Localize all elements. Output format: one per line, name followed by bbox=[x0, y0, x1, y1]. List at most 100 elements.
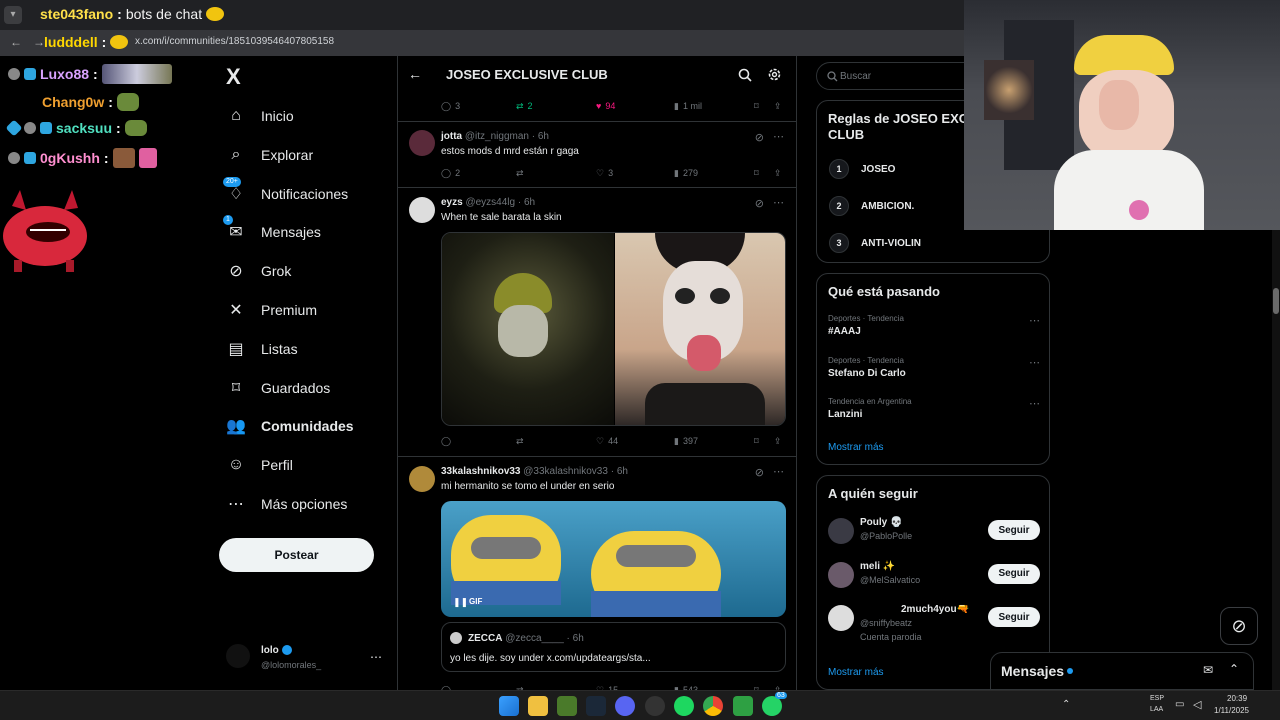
avatar[interactable] bbox=[409, 466, 435, 492]
follow-suggestion[interactable]: meli ✨ @MelSalvatico Seguir bbox=[828, 560, 1040, 592]
more-icon[interactable]: ⋯ bbox=[773, 196, 784, 209]
wifi-icon[interactable]: ▭ bbox=[1175, 699, 1184, 710]
views-count[interactable]: ▮ 279 bbox=[674, 168, 754, 179]
volume-icon[interactable]: ◁ bbox=[1193, 698, 1201, 711]
steam-icon[interactable] bbox=[586, 696, 606, 716]
discord-icon[interactable] bbox=[615, 696, 635, 716]
follow-button[interactable]: Seguir bbox=[988, 563, 1040, 584]
like-button[interactable]: ♥ 94 bbox=[596, 101, 674, 111]
grok-icon[interactable]: ⊘ bbox=[755, 197, 764, 210]
scrollbar-thumb[interactable] bbox=[1273, 288, 1279, 314]
repost-button[interactable]: ⇄ bbox=[516, 168, 596, 179]
rule-item[interactable]: 3 ANTI-VIOLIN bbox=[829, 233, 921, 253]
avatar[interactable] bbox=[409, 130, 435, 156]
pause-icon[interactable]: ❚❚ bbox=[453, 597, 468, 608]
back-arrow-icon[interactable]: ← bbox=[10, 35, 22, 49]
tweet[interactable]: jotta @itz_niggman · 6h ⊘ ⋯ estos mods d… bbox=[398, 122, 796, 188]
messages-drawer[interactable]: Mensajes ✉ ⌃ bbox=[990, 652, 1254, 690]
show-more-follow[interactable]: Mostrar más bbox=[828, 667, 884, 678]
quoted-tweet[interactable]: ZECCA @zecca____ · 6h yo les dije. soy u… bbox=[441, 622, 786, 672]
follow-button[interactable]: Seguir bbox=[988, 520, 1040, 540]
follow-suggestion[interactable]: Pouly 💀 @PabloPolle Seguir bbox=[828, 516, 1040, 548]
url-text[interactable]: x.com/i/communities/1851039546407805158 bbox=[135, 36, 334, 47]
bookmark-icon[interactable]: ⌑ bbox=[754, 168, 774, 179]
avatar[interactable] bbox=[828, 518, 854, 544]
tweet-media[interactable] bbox=[441, 232, 786, 426]
avatar[interactable] bbox=[828, 605, 854, 631]
tweet[interactable]: eyzs @eyzs44lg · 6h ⊘ ⋯ When te sale bar… bbox=[398, 188, 796, 457]
follow-name[interactable]: meli ✨ bbox=[860, 561, 895, 572]
tweet[interactable]: 33kalashnikov33 @33kalashnikov33 · 6h ⊘ … bbox=[398, 457, 796, 690]
like-button[interactable]: ♡ 3 bbox=[596, 168, 674, 179]
avatar[interactable] bbox=[828, 561, 854, 588]
app-icon[interactable] bbox=[557, 696, 577, 716]
follow-button[interactable]: Seguir bbox=[988, 607, 1040, 627]
trend-item[interactable]: Deportes · Tendencia #AAAJ ⋯ bbox=[828, 314, 1040, 337]
follow-suggestion[interactable]: 2much4you🔫 @sniffybeatz Seguir Cuenta parod… bbox=[828, 603, 1040, 642]
gif-media[interactable]: ❚❚ GIF bbox=[441, 501, 786, 617]
reply-button[interactable]: ◯ 2 bbox=[441, 168, 516, 179]
media-image[interactable] bbox=[615, 233, 785, 425]
sidebar-item-guardados[interactable]: ⌑ Guardados bbox=[225, 371, 330, 405]
sidebar-item-mensajes[interactable]: ✉ 1 Mensajes bbox=[223, 215, 321, 249]
grok-floating-button[interactable]: ⊘ bbox=[1220, 607, 1258, 645]
more-icon[interactable]: ⋯ bbox=[773, 130, 784, 143]
more-icon[interactable]: ⋯ bbox=[1029, 314, 1040, 327]
bookmark-icon[interactable]: ⌑ bbox=[754, 101, 774, 112]
more-icon[interactable]: ⋯ bbox=[1029, 397, 1040, 410]
search-icon[interactable] bbox=[738, 68, 752, 82]
bookmark-icon[interactable]: ⌑ bbox=[754, 436, 774, 447]
rule-item[interactable]: 1 JOSEO bbox=[829, 159, 921, 179]
sidebar-item-inicio[interactable]: ⌂ Inicio bbox=[225, 99, 294, 133]
sidebar-item-notificaciones[interactable]: ♢ 20+ Notificaciones bbox=[223, 176, 348, 211]
sidebar-item-premium[interactable]: ✕ Premium bbox=[225, 293, 317, 327]
expand-icon[interactable]: ⌃ bbox=[1229, 662, 1239, 676]
sidebar-item-grok[interactable]: ⊘ Grok bbox=[225, 254, 291, 288]
trend-item[interactable]: Deportes · Tendencia Stefano Di Carlo ⋯ bbox=[828, 356, 1040, 379]
show-more-trends[interactable]: Mostrar más bbox=[828, 442, 884, 453]
whatsapp-icon[interactable] bbox=[762, 696, 782, 716]
account-name[interactable]: lolo bbox=[261, 645, 292, 656]
follow-name[interactable]: 2much4you🔫 bbox=[901, 604, 969, 615]
media-image[interactable] bbox=[442, 233, 614, 425]
tab-menu-button[interactable]: ▾ bbox=[4, 6, 22, 24]
views-count[interactable]: ▮ 397 bbox=[674, 436, 754, 447]
start-icon[interactable] bbox=[499, 696, 519, 716]
clock-time[interactable]: 20:39 bbox=[1227, 694, 1247, 703]
grok-icon[interactable]: ⊘ bbox=[755, 466, 764, 479]
repost-button[interactable]: ⇄ 2 bbox=[516, 101, 596, 112]
share-icon[interactable]: ⇪ bbox=[774, 101, 782, 112]
share-icon[interactable]: ⇪ bbox=[774, 436, 782, 447]
x-logo[interactable]: X bbox=[226, 64, 241, 90]
post-button[interactable]: Postear bbox=[219, 538, 374, 572]
back-arrow-icon[interactable]: ← bbox=[408, 66, 422, 82]
more-icon[interactable]: ⋯ bbox=[1029, 356, 1040, 369]
tray-chevron-icon[interactable]: ⌃ bbox=[1062, 699, 1070, 710]
chrome-icon[interactable] bbox=[703, 696, 723, 716]
trend-item[interactable]: Tendencia en Argentina Lanzini ⋯ bbox=[828, 397, 1040, 420]
reply-button[interactable]: ◯ 3 bbox=[441, 101, 516, 112]
spotify-icon[interactable] bbox=[674, 696, 694, 716]
obs-icon[interactable] bbox=[645, 696, 665, 716]
views-count[interactable]: ▮ 1 mil bbox=[674, 101, 754, 112]
sidebar-item-comunidades[interactable]: 👥 Comunidades bbox=[225, 409, 354, 443]
lang-indicator[interactable]: ESP bbox=[1150, 695, 1164, 702]
repost-button[interactable]: ⇄ bbox=[516, 436, 596, 447]
more-icon[interactable]: ⋯ bbox=[773, 465, 784, 478]
rule-item[interactable]: 2 AMBICION. bbox=[829, 196, 921, 216]
follow-name[interactable]: Pouly 💀 bbox=[860, 517, 902, 528]
grok-icon[interactable]: ⊘ bbox=[755, 131, 764, 144]
new-message-icon[interactable]: ✉ bbox=[1203, 663, 1213, 677]
sidebar-item-listas[interactable]: ▤ Listas bbox=[225, 332, 297, 366]
avatar[interactable] bbox=[409, 197, 435, 223]
like-button[interactable]: ♡ 44 bbox=[596, 436, 674, 447]
avatar[interactable] bbox=[226, 644, 250, 668]
account-more-icon[interactable]: ⋯ bbox=[370, 650, 382, 664]
reply-button[interactable]: ◯ bbox=[441, 436, 516, 447]
sidebar-item-perfil[interactable]: ☺ Perfil bbox=[225, 448, 293, 482]
file-explorer-icon[interactable] bbox=[528, 696, 548, 716]
sidebar-item-explorar[interactable]: ⌕ Explorar bbox=[225, 138, 314, 172]
gear-icon[interactable] bbox=[767, 67, 782, 82]
share-icon[interactable]: ⇪ bbox=[774, 168, 782, 179]
sidebar-item-más-opciones[interactable]: ⋯ Más opciones bbox=[225, 487, 347, 521]
